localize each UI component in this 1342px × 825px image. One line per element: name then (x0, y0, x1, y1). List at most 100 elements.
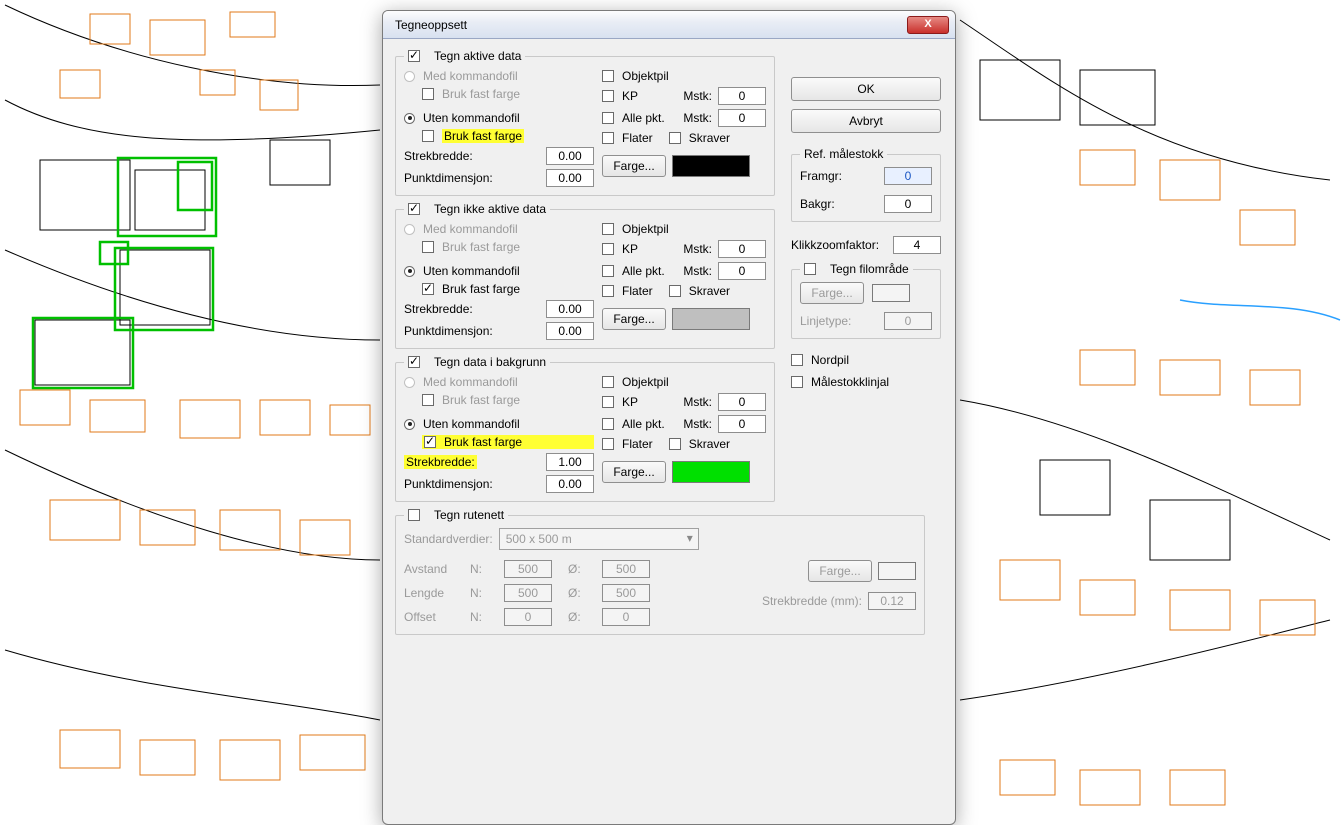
active-skraver[interactable]: Skraver (669, 131, 730, 145)
active-allepkt-mstk-label: Mstk: (683, 111, 712, 125)
background-flater[interactable]: Flater (602, 437, 653, 451)
grid-offset-n (504, 608, 552, 626)
active-fast2-check[interactable] (422, 130, 434, 142)
active-med-label: Med kommandofil (423, 69, 518, 83)
malestokk-check[interactable] (791, 376, 803, 388)
active-legend: Tegn aktive data (434, 49, 521, 63)
active-fast1-option: Bruk fast farge (422, 87, 594, 101)
dialog-tegneoppsett: Tegneoppsett X OK Avbryt Ref. målestokk … (382, 10, 956, 825)
active-strek-input[interactable] (546, 147, 594, 165)
titlebar[interactable]: Tegneoppsett X (383, 11, 955, 39)
malestokk-label: Målestokklinjal (811, 375, 889, 389)
active-check[interactable] (408, 50, 420, 62)
grid-avstand-o (602, 560, 650, 578)
background-color-swatch (672, 461, 750, 483)
grid-strek-input (868, 592, 916, 610)
active-strek-label: Strekbredde: (404, 149, 473, 163)
active-fast1-label: Bruk fast farge (442, 87, 520, 101)
active-allepkt-mstk[interactable] (718, 109, 766, 127)
active-color-swatch (672, 155, 750, 177)
grid-legend: Tegn rutenett (434, 508, 504, 522)
inactive-color-button[interactable]: Farge... (602, 308, 666, 330)
linjetype-label: Linjetype: (800, 314, 851, 328)
active-kp[interactable]: KP (602, 89, 638, 103)
nordpil-option[interactable]: Nordpil (791, 353, 941, 367)
active-uten-label: Uten kommandofil (423, 111, 520, 125)
grid-std-label: Standardverdier: (404, 532, 493, 546)
background-color-button[interactable]: Farge... (602, 461, 666, 483)
inactive-strek-input[interactable] (546, 300, 594, 318)
inactive-flater[interactable]: Flater (602, 284, 653, 298)
inactive-skraver[interactable]: Skraver (669, 284, 730, 298)
background-fast1-option: Bruk fast farge (422, 393, 594, 407)
grid-strek-label: Strekbredde (mm): (762, 594, 862, 608)
close-button[interactable]: X (907, 16, 949, 34)
inactive-allepkt[interactable]: Alle pkt. (602, 264, 665, 278)
framgr-input[interactable] (884, 167, 932, 185)
background-legend: Tegn data i bakgrunn (434, 355, 546, 369)
inactive-color-swatch (672, 308, 750, 330)
bakgr-label: Bakgr: (800, 197, 835, 211)
background-punkt-input[interactable] (546, 475, 594, 493)
grid-lengde-n (504, 584, 552, 602)
background-kp-mstk[interactable] (718, 393, 766, 411)
framgr-label: Framgr: (800, 169, 842, 183)
active-uten-option[interactable]: Uten kommandofil (404, 111, 594, 125)
active-fast1-check (422, 88, 434, 100)
nordpil-label: Nordpil (811, 353, 849, 367)
active-allepkt[interactable]: Alle pkt. (602, 111, 665, 125)
grid-offset-o (602, 608, 650, 626)
inactive-uten-option[interactable]: Uten kommandofil (404, 264, 594, 278)
inactive-legend: Tegn ikke aktive data (434, 202, 546, 216)
grid-color-button: Farge... (808, 560, 872, 582)
active-punkt-label: Punktdimensjon: (404, 171, 493, 185)
malestokk-option[interactable]: Målestokklinjal (791, 375, 941, 389)
inactive-objektpil[interactable]: Objektpil (602, 222, 766, 236)
background-strek-input[interactable] (546, 453, 594, 471)
grid-color-swatch (878, 562, 916, 580)
active-flater[interactable]: Flater (602, 131, 653, 145)
linjetype-input (884, 312, 932, 330)
background-strek-label: Strekbredde: (404, 455, 477, 469)
dialog-title: Tegneoppsett (395, 18, 907, 32)
background-check[interactable] (408, 356, 420, 368)
active-med-radio (404, 71, 415, 82)
clickzoom-label: Klikkzoomfaktor: (791, 238, 879, 252)
background-objektpil[interactable]: Objektpil (602, 375, 766, 389)
clickzoom-input[interactable] (893, 236, 941, 254)
active-color-button[interactable]: Farge... (602, 155, 666, 177)
filomrade-color-button: Farge... (800, 282, 864, 304)
background-allepkt[interactable]: Alle pkt. (602, 417, 665, 431)
filomrade-legend: Tegn filområde (830, 262, 909, 276)
bakgr-input[interactable] (884, 195, 932, 213)
inactive-med-option: Med kommandofil (404, 222, 594, 236)
active-punkt-input[interactable] (546, 169, 594, 187)
grid-lengde-o (602, 584, 650, 602)
inactive-fast2-option[interactable]: Bruk fast farge (422, 282, 594, 296)
nordpil-check[interactable] (791, 354, 803, 366)
cancel-button[interactable]: Avbryt (791, 109, 941, 133)
background-fast2-option[interactable]: Bruk fast farge (422, 435, 594, 449)
grid-std-select: 500 x 500 m (499, 528, 699, 550)
active-objektpil[interactable]: Objektpil (602, 69, 766, 83)
inactive-allepkt-mstk[interactable] (718, 262, 766, 280)
background-allepkt-mstk[interactable] (718, 415, 766, 433)
filomrade-check[interactable] (804, 263, 816, 275)
inactive-check[interactable] (408, 203, 420, 215)
active-kp-mstk[interactable] (718, 87, 766, 105)
grid-check[interactable] (408, 509, 420, 521)
background-kp[interactable]: KP (602, 395, 638, 409)
inactive-punkt-input[interactable] (546, 322, 594, 340)
background-uten-option[interactable]: Uten kommandofil (404, 417, 594, 431)
active-med-option: Med kommandofil (404, 69, 594, 83)
ref-scale-legend: Ref. målestokk (800, 147, 887, 161)
inactive-kp[interactable]: KP (602, 242, 638, 256)
inactive-kp-mstk[interactable] (718, 240, 766, 258)
active-fast2-label: Bruk fast farge (442, 129, 524, 143)
background-skraver[interactable]: Skraver (669, 437, 730, 451)
filomrade-color-swatch (872, 284, 910, 302)
active-uten-radio[interactable] (404, 113, 415, 124)
ok-button[interactable]: OK (791, 77, 941, 101)
active-fast2-option[interactable]: Bruk fast farge (422, 129, 594, 143)
active-kp-mstk-label: Mstk: (683, 89, 712, 103)
